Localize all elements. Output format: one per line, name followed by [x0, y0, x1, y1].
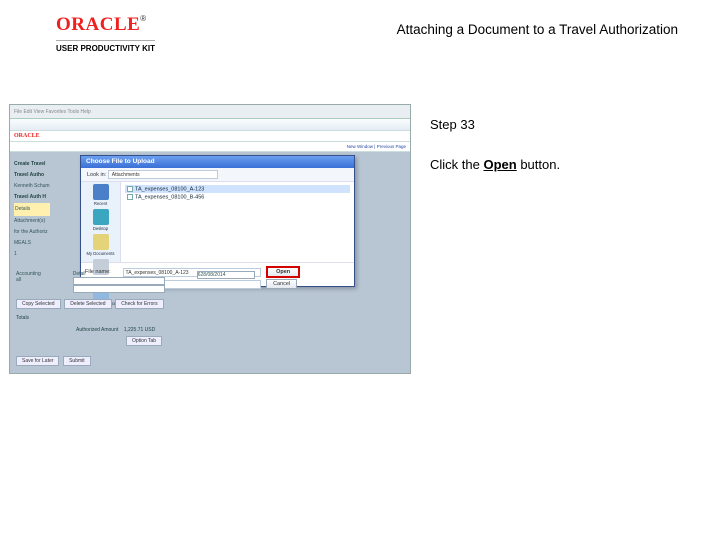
- instruction-panel: Step 33 Click the Open button.: [430, 116, 690, 173]
- user-name: Kenneth Schum: [14, 181, 50, 192]
- save-button[interactable]: Save for Later: [16, 356, 59, 366]
- lower-form-area: Accounting all Detail 628/08/2014 Copy S…: [10, 261, 410, 363]
- page-left-labels: Create Travel Travel Autho Kenneth Schum…: [14, 159, 50, 260]
- step-text-open: Open: [483, 157, 516, 172]
- delete-button[interactable]: Delete Selected: [64, 299, 111, 309]
- tab-details: Details: [14, 203, 50, 216]
- label-authoriz: for the Authoriz: [14, 227, 50, 238]
- auth-amount-label: Authorized Amount: [76, 327, 118, 333]
- place-recent-label: Recent: [94, 201, 107, 206]
- app-util-links: New Window | Previous Page: [10, 142, 410, 152]
- app-header-bar: ORACLE: [10, 131, 410, 142]
- crumb-2: Travel Autho: [14, 170, 50, 181]
- place-documents[interactable]: My Documents: [81, 234, 120, 256]
- lookin-label: Look in:: [87, 172, 106, 178]
- app-mini-logo: ORACLE: [14, 133, 40, 139]
- brand-reg: ®: [140, 14, 146, 23]
- step-text-suffix: button.: [517, 157, 560, 172]
- check-errors-button[interactable]: Check for Errors: [115, 299, 163, 309]
- count-field: 1: [14, 251, 17, 257]
- embedded-screenshot: File Edit View Favorites Tools Help ORAC…: [9, 104, 411, 374]
- dialog-toolbar: Look in: Attachments: [81, 168, 354, 182]
- step-text-prefix: Click the: [430, 157, 483, 172]
- copy-button[interactable]: Copy Selected: [16, 299, 61, 309]
- file-icon: [127, 186, 133, 192]
- file-item-label: TA_expenses_08100_B-456: [135, 195, 204, 201]
- file-icon: [127, 194, 133, 200]
- step-label: Step 33: [430, 116, 690, 134]
- page-title: Attaching a Document to a Travel Authori…: [397, 22, 678, 37]
- col-date: 628/08/2014: [197, 271, 255, 293]
- detail-field: [73, 277, 165, 285]
- browser-toolbar: [10, 119, 410, 131]
- place-documents-label: My Documents: [87, 251, 115, 256]
- col-accounting: Accounting all: [16, 271, 41, 293]
- submit-button[interactable]: Submit: [63, 356, 91, 366]
- option-tab-button[interactable]: Option Tab: [126, 336, 162, 346]
- totals-label: Totals: [16, 315, 29, 321]
- file-item-label: TA_expenses_08100_A-123: [135, 186, 204, 192]
- detail-field: [73, 285, 165, 293]
- brand-subtitle: USER PRODUCTIVITY KIT: [56, 40, 155, 53]
- step-text: Click the Open button.: [430, 156, 690, 174]
- place-desktop[interactable]: Desktop: [81, 209, 120, 231]
- file-item-selected[interactable]: TA_expenses_08100_A-123: [125, 185, 350, 193]
- auth-amount-value: 1,225.71 USD: [124, 327, 155, 333]
- brand-logo: ORACLE: [56, 14, 140, 36]
- crumb-1: Create Travel: [14, 159, 50, 170]
- dialog-titlebar: Choose File to Upload: [81, 156, 354, 168]
- label-meals: MEALS: [14, 238, 50, 249]
- section-heading: Travel Auth H: [14, 192, 50, 203]
- file-item[interactable]: TA_expenses_08100_B-456: [125, 193, 350, 201]
- brand-block: ORACLE® USER PRODUCTIVITY KIT: [56, 14, 155, 53]
- file-list[interactable]: TA_expenses_08100_A-123 TA_expenses_0810…: [121, 182, 354, 262]
- places-bar: Recent Desktop My Documents My Computer …: [81, 182, 121, 262]
- browser-menubar: File Edit View Favorites Tools Help: [10, 105, 410, 119]
- col-detail: Detail: [73, 271, 165, 293]
- label-attachments: Attachment(s): [14, 216, 50, 227]
- col-cell: all: [16, 277, 41, 283]
- lookin-dropdown[interactable]: Attachments: [108, 170, 218, 179]
- place-recent[interactable]: Recent: [81, 184, 120, 206]
- date-field: 628/08/2014: [197, 271, 255, 279]
- place-desktop-label: Desktop: [93, 226, 108, 231]
